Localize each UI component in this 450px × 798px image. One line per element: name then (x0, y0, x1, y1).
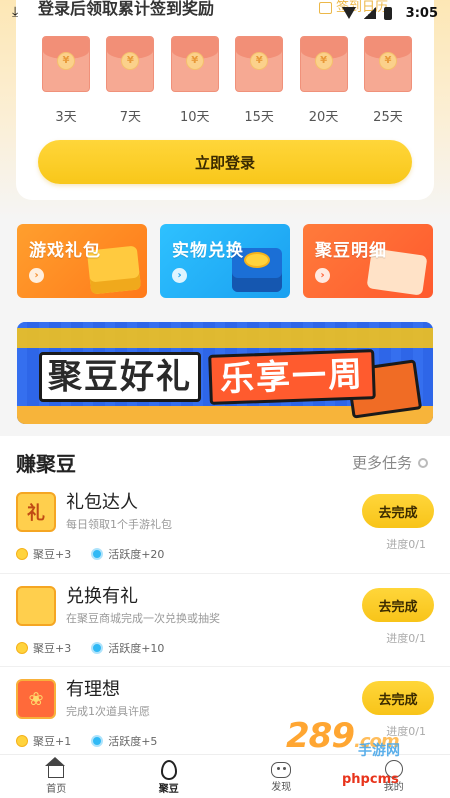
red-envelope-icon: ¥ (42, 36, 90, 92)
feature-label: 聚豆明细 (315, 241, 387, 261)
task-name: 兑换有礼 (66, 586, 138, 607)
task-progress: 进度0/1 (386, 538, 426, 551)
reward-day: 25天 (373, 110, 403, 125)
battery-icon (383, 6, 392, 20)
nav-label: 我的 (383, 782, 404, 793)
bean-icon (16, 548, 28, 560)
chevron-right-icon (418, 457, 428, 468)
status-time: 3:05 (405, 5, 438, 21)
task-item: 礼 礼包达人 每日领取1个手游礼包 聚豆+3 活跃度+20 去完成 进度0/1 (0, 480, 450, 570)
bean-icon (160, 760, 177, 780)
login-button[interactable]: 立即登录 (38, 140, 412, 184)
bean-bag-icon (16, 586, 56, 626)
activity-icon (91, 735, 104, 747)
download-icon: ⤓ (12, 4, 19, 20)
gift-bag-icon: 礼 (16, 492, 56, 532)
nav-home[interactable]: 首页 (0, 755, 113, 798)
task-progress: 进度0/1 (386, 632, 426, 645)
reward-item: ¥ 25天 (363, 36, 412, 125)
task-progress: 进度0/1 (386, 725, 426, 738)
red-envelope-icon: ¥ (106, 36, 155, 92)
activity-reward: 活跃度+20 (108, 548, 165, 561)
signin-card: 登录后领取累计签到奖励 签到日历 ¥ 3天 ¥ 7天 ¥ 10天 ¥ 15天 ¥… (16, 0, 434, 200)
task-desc: 完成1次道具许愿 (66, 705, 150, 718)
feature-label: 游戏礼包 (29, 241, 101, 261)
nav-profile[interactable]: 我的 (338, 755, 450, 798)
task-rewards: 聚豆+3 活跃度+10 (16, 640, 164, 656)
arrow-right-icon: › (172, 268, 187, 283)
bean-reward: 聚豆+1 (33, 735, 72, 748)
task-item: 兑换有礼 在聚豆商城完成一次兑换或抽奖 聚豆+3 活跃度+10 去完成 进度0/… (0, 573, 450, 663)
profile-icon (384, 760, 403, 778)
discover-icon (271, 762, 292, 778)
status-bar: ⤓ 3:05 (0, 0, 450, 26)
nav-label: 聚豆 (158, 784, 179, 795)
task-complete-button[interactable]: 去完成 (362, 588, 434, 622)
red-envelope-icon: ¥ (170, 36, 219, 92)
reward-item: ¥ 7天 (106, 36, 155, 125)
activity-reward: 活跃度+5 (108, 735, 158, 748)
feature-cards: 游戏礼包 › 实物兑换 › 聚豆明细 › (17, 224, 433, 298)
coin-icon: ¥ (57, 52, 75, 70)
bottom-nav: 首页 聚豆 发现 我的 (0, 754, 450, 798)
reward-item: ¥ 3天 (42, 36, 90, 125)
task-item: ❀ 有理想 完成1次道具许愿 聚豆+1 活跃度+5 去完成 进度0/1 (0, 666, 450, 756)
banner-text: 聚豆好礼 乐享一周 (39, 349, 376, 405)
task-rewards: 聚豆+3 活跃度+20 (16, 546, 164, 562)
section-title: 赚聚豆 (16, 452, 76, 476)
task-name: 礼包达人 (66, 492, 138, 513)
reward-row: ¥ 3天 ¥ 7天 ¥ 10天 ¥ 15天 ¥ 20天 ¥ 25天 (42, 36, 412, 125)
coin-icon: ¥ (250, 52, 269, 70)
reward-day: 7天 (119, 110, 142, 125)
task-desc: 每日领取1个手游礼包 (66, 518, 172, 531)
banner-right-text: 乐享一周 (208, 349, 376, 405)
reward-item: ¥ 10天 (170, 36, 219, 125)
activity-icon (91, 548, 104, 560)
bean-detail-card[interactable]: 聚豆明细 › (303, 224, 433, 298)
reward-item: ¥ 15天 (235, 36, 284, 125)
reward-day: 3天 (55, 110, 77, 125)
task-name: 有理想 (66, 679, 120, 700)
bean-icon (16, 735, 28, 747)
more-tasks-link[interactable]: 更多任务 (352, 452, 428, 473)
bean-icon (16, 642, 28, 654)
arrow-right-icon: › (29, 268, 44, 283)
red-envelope-icon: ¥ (299, 36, 348, 92)
coin-icon: ¥ (314, 52, 333, 70)
wish-icon: ❀ (16, 679, 56, 719)
earn-beans-section: 赚聚豆 更多任务 礼 礼包达人 每日领取1个手游礼包 聚豆+3 活跃度+20 去… (0, 436, 450, 754)
task-desc: 在聚豆商城完成一次兑换或抽奖 (66, 612, 220, 625)
reward-day: 20天 (308, 110, 339, 125)
coin-icon: ¥ (378, 52, 397, 70)
bean-reward: 聚豆+3 (33, 548, 72, 561)
nav-label: 发现 (271, 782, 292, 793)
activity-icon (91, 642, 104, 654)
goods-exchange-card[interactable]: 实物兑换 › (160, 224, 290, 298)
wifi-icon (341, 7, 356, 19)
bean-reward: 聚豆+3 (33, 642, 72, 655)
activity-reward: 活跃度+10 (108, 642, 165, 655)
promo-banner[interactable]: 聚豆好礼 乐享一周 (17, 322, 433, 424)
nav-beans[interactable]: 聚豆 (113, 755, 226, 798)
reward-day: 10天 (180, 110, 210, 125)
task-complete-button[interactable]: 去完成 (362, 494, 434, 528)
home-icon (45, 757, 66, 778)
coin-icon: ¥ (121, 52, 140, 70)
task-complete-button[interactable]: 去完成 (362, 681, 434, 715)
red-envelope-icon: ¥ (235, 36, 284, 92)
coin-icon (244, 252, 270, 268)
banner-left-text: 聚豆好礼 (39, 352, 201, 402)
more-tasks-label: 更多任务 (351, 454, 412, 472)
arrow-right-icon: › (315, 268, 330, 283)
signal-icon (363, 7, 376, 19)
red-envelope-icon: ¥ (363, 36, 412, 92)
game-gift-card[interactable]: 游戏礼包 › (17, 224, 147, 298)
task-rewards: 聚豆+1 活跃度+5 (16, 733, 157, 749)
nav-discover[interactable]: 发现 (225, 755, 338, 798)
reward-day: 15天 (244, 110, 274, 125)
coin-icon: ¥ (185, 52, 204, 70)
nav-label: 首页 (46, 784, 67, 795)
feature-label: 实物兑换 (172, 241, 244, 261)
reward-item: ¥ 20天 (299, 36, 348, 125)
